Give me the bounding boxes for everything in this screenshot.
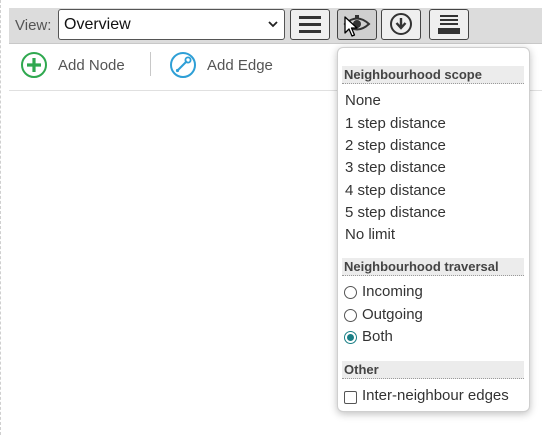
scope-option-4-step[interactable]: 4 step distance xyxy=(345,182,446,199)
scope-option-5-step[interactable]: 5 step distance xyxy=(345,204,446,221)
layers-icon xyxy=(438,15,460,34)
traversal-heading: Neighbourhood traversal xyxy=(342,258,524,276)
layers-button[interactable] xyxy=(429,9,469,40)
radio-both[interactable] xyxy=(344,331,357,344)
view-toolbar: View: Overview xyxy=(9,8,542,44)
download-circle-icon xyxy=(390,13,412,35)
inter-neighbour-edges-label: Inter-neighbour edges xyxy=(362,387,509,404)
add-edge-label: Add Edge xyxy=(207,57,273,74)
neighbourhood-dropdown: Neighbourhood scope None 1 step distance… xyxy=(337,47,530,412)
toolbar-divider xyxy=(150,52,151,76)
scope-heading: Neighbourhood scope xyxy=(342,66,524,84)
radio-incoming-label: Incoming xyxy=(362,283,423,300)
inter-neighbour-edges-checkbox[interactable] xyxy=(344,391,357,404)
radio-incoming[interactable] xyxy=(344,286,357,299)
scope-option-1-step[interactable]: 1 step distance xyxy=(345,115,446,132)
edge-link-icon xyxy=(170,52,196,78)
scope-option-none[interactable]: None xyxy=(345,92,381,109)
mouse-cursor-icon xyxy=(344,16,358,37)
download-button[interactable] xyxy=(381,9,421,40)
view-select-value: Overview xyxy=(64,16,131,33)
radio-outgoing-label: Outgoing xyxy=(362,306,423,323)
add-node-button[interactable]: Add Node xyxy=(20,51,140,79)
menu-button[interactable] xyxy=(290,9,330,40)
scope-option-no-limit[interactable]: No limit xyxy=(345,226,395,243)
scope-option-2-step[interactable]: 2 step distance xyxy=(345,137,446,154)
chevron-down-icon xyxy=(268,21,278,28)
add-edge-button[interactable]: Add Edge xyxy=(169,51,289,79)
other-heading: Other xyxy=(342,361,524,379)
menu-icon xyxy=(299,16,321,33)
add-circle-icon xyxy=(21,52,47,78)
view-label: View: xyxy=(15,17,52,34)
radio-both-label: Both xyxy=(362,328,393,345)
radio-outgoing[interactable] xyxy=(344,309,357,322)
view-select[interactable]: Overview xyxy=(58,9,285,40)
add-node-label: Add Node xyxy=(58,57,125,74)
scope-option-3-step[interactable]: 3 step distance xyxy=(345,159,446,176)
